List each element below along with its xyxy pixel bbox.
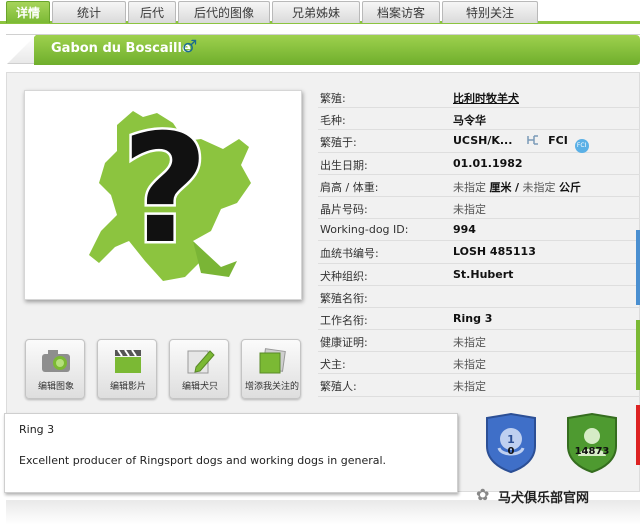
bred-in-label: 繁殖于: bbox=[320, 136, 357, 150]
dog-name: Gabon du Boscaille bbox=[51, 41, 191, 56]
photo-stack-icon bbox=[259, 348, 286, 374]
pedigree-value: LOSH 485113 bbox=[453, 245, 536, 259]
coat-label: 毛种: bbox=[320, 114, 346, 128]
pencil-edit-icon bbox=[187, 350, 215, 374]
svg-text:?: ? bbox=[121, 103, 208, 277]
dog-title-bar: Gabon du Boscaille ♂ bbox=[6, 34, 640, 65]
info-row-breed-title: 繁殖名衔: bbox=[318, 286, 640, 308]
info-row-breeder: 繁殖人: 未指定 bbox=[318, 374, 640, 397]
dob-label: 出生日期: bbox=[320, 158, 368, 172]
info-row-breed: 繁殖: 比利时牧羊犬 bbox=[318, 86, 640, 109]
add-follow-button[interactable]: 增添我关注的 bbox=[241, 339, 301, 399]
info-row-pedigree: 血统书编号: LOSH 485113 bbox=[318, 241, 640, 264]
chip-value: 未指定 bbox=[453, 202, 486, 216]
description-title: Ring 3 bbox=[19, 423, 55, 436]
blue-rank-shield-icon[interactable]: 1 bbox=[483, 412, 539, 474]
tab-offspring[interactable]: 后代 bbox=[128, 1, 176, 23]
info-row-bred-in: 繁殖于: UCSH/K... FCI FCI bbox=[318, 130, 640, 154]
size-label: 肩高 / 体重: bbox=[320, 180, 379, 194]
height-value: 未指定 bbox=[453, 180, 486, 194]
owner-label: 犬主: bbox=[320, 358, 346, 372]
weight-value: 未指定 bbox=[522, 180, 556, 194]
clapperboard-icon bbox=[115, 349, 141, 373]
right-edge-red-tab[interactable] bbox=[636, 405, 640, 465]
breeder-value: 未指定 bbox=[453, 380, 486, 394]
edit-dog-label: 编辑犬只 bbox=[181, 382, 218, 392]
tab-offspring-images[interactable]: 后代的图像 bbox=[178, 1, 270, 23]
tab-siblings[interactable]: 兄弟姊妹 bbox=[272, 1, 360, 23]
dog-photo-placeholder: ? bbox=[24, 90, 302, 300]
unknown-dog-silhouette-icon: ? bbox=[89, 101, 251, 281]
kennel-club-value: St.Hubert bbox=[453, 267, 514, 281]
owner-value: 未指定 bbox=[453, 358, 486, 372]
health-label: 健康证明: bbox=[320, 336, 368, 350]
right-edge-blue-tab[interactable] bbox=[636, 230, 640, 305]
blue-badge-count: 0 bbox=[507, 446, 515, 457]
breed-title-label: 繁殖名衔: bbox=[320, 291, 368, 305]
info-row-working-dog-id: Working-dog ID: 994 bbox=[318, 219, 640, 242]
bred-in-value: UCSH/K... FCI FCI bbox=[453, 134, 589, 154]
info-row-dob: 出生日期: 01.01.1982 bbox=[318, 153, 640, 175]
working-dog-id-label: Working-dog ID: bbox=[320, 223, 409, 237]
size-separator: / bbox=[515, 180, 520, 194]
wechat-icon: ✿ bbox=[476, 485, 490, 504]
tab-stats[interactable]: 统计 bbox=[52, 1, 126, 23]
tab-special-follow[interactable]: 特别关注 bbox=[442, 1, 538, 23]
tab-bar: 详情 统计 后代 后代的图像 兄弟姊妹 档案访客 特别关注 bbox=[0, 0, 640, 24]
kennel-club-label: 犬种组织: bbox=[320, 269, 368, 283]
breed-value-link[interactable]: 比利时牧羊犬 bbox=[453, 90, 519, 106]
working-dog-id-value: 994 bbox=[453, 223, 476, 237]
coat-value: 马令华 bbox=[453, 114, 486, 128]
edit-dog-button[interactable]: 编辑犬只 bbox=[169, 339, 229, 399]
male-sex-icon: ♂ bbox=[182, 37, 198, 57]
edit-video-button[interactable]: 编辑影片 bbox=[97, 339, 157, 399]
info-row-work-title: 工作名衔: Ring 3 bbox=[318, 308, 640, 331]
bred-in-club[interactable]: UCSH/K... bbox=[453, 134, 512, 147]
size-value: 未指定 厘米 / 未指定 公斤 bbox=[453, 179, 581, 195]
tab-profile-visitors[interactable]: 档案访客 bbox=[362, 1, 440, 23]
pedigree-tree-icon bbox=[527, 135, 539, 146]
info-row-size: 肩高 / 体重: 未指定 厘米 / 未指定 公斤 bbox=[318, 175, 640, 197]
dob-value: 01.01.1982 bbox=[453, 156, 523, 170]
breed-label: 繁殖: bbox=[320, 92, 346, 105]
bred-in-org[interactable]: FCI bbox=[548, 134, 568, 147]
description-text: Excellent producer of Ringsport dogs and… bbox=[19, 454, 387, 467]
height-unit: 厘米 bbox=[489, 180, 512, 194]
breeder-label: 繁殖人: bbox=[320, 380, 357, 394]
weight-unit: 公斤 bbox=[559, 180, 582, 194]
tab-details[interactable]: 详情 bbox=[6, 1, 50, 23]
info-row-coat: 毛种: 马令华 bbox=[318, 108, 640, 131]
watermark-text: 马犬俱乐部官网 bbox=[498, 491, 590, 506]
pedigree-label: 血统书编号: bbox=[320, 247, 379, 261]
info-row-kennel-club: 犬种组织: St.Hubert bbox=[318, 264, 640, 286]
description-box: Ring 3 Excellent producer of Ringsport d… bbox=[4, 413, 458, 493]
info-row-health: 健康证明: 未指定 bbox=[318, 330, 640, 353]
info-row-chip: 晶片号码: 未指定 bbox=[318, 197, 640, 220]
info-row-owner: 犬主: 未指定 bbox=[318, 352, 640, 375]
green-visitor-shield-icon[interactable] bbox=[564, 412, 620, 474]
edit-video-label: 编辑影片 bbox=[109, 382, 146, 392]
dog-info-table: 繁殖: 比利时牧羊犬 毛种: 马令华 繁殖于: UCSH/K... FCI FC… bbox=[318, 86, 640, 397]
chip-label: 晶片号码: bbox=[320, 202, 368, 216]
work-title-label: 工作名衔: bbox=[320, 313, 368, 327]
camera-icon bbox=[42, 350, 70, 372]
edit-image-label: 编辑图象 bbox=[37, 382, 74, 392]
work-title-value: Ring 3 bbox=[453, 311, 493, 325]
add-follow-label: 增添我关注的 bbox=[244, 382, 299, 392]
right-edge-green-tab[interactable] bbox=[636, 320, 640, 390]
fci-logo-icon: FCI bbox=[574, 139, 589, 154]
edit-image-button[interactable]: 编辑图象 bbox=[25, 339, 85, 399]
green-badge-count: 14873 bbox=[574, 446, 610, 457]
health-value: 未指定 bbox=[453, 336, 486, 350]
